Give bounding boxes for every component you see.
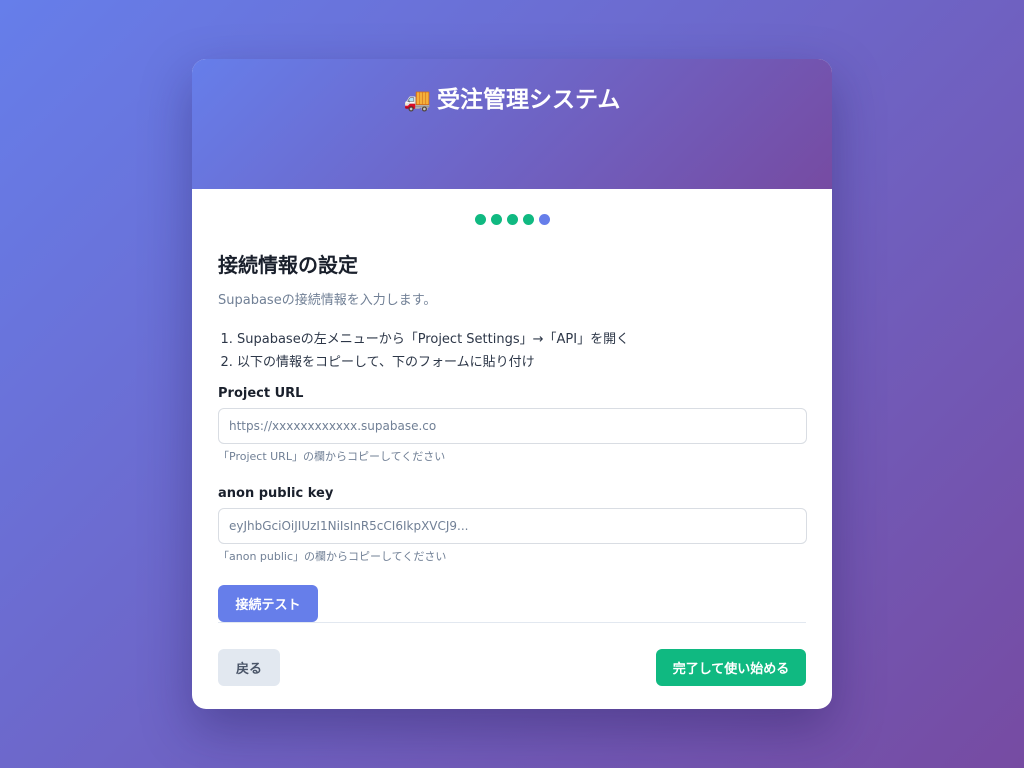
project-url-input[interactable] — [218, 408, 807, 444]
connection-test-button[interactable]: 接続テスト — [218, 585, 318, 622]
back-button[interactable]: 戻る — [218, 649, 280, 686]
instruction-item: 以下の情報をコピーして、下のフォームに貼り付け — [237, 351, 806, 374]
project-url-hint: 「Project URL」の欄からコピーしてください — [218, 450, 446, 463]
app-subtitle — [192, 122, 832, 140]
card-header: 🚚 受注管理システム — [192, 59, 832, 189]
section-title: 接続情報の設定 — [218, 253, 358, 277]
step-dot-5-current — [538, 214, 550, 225]
card-body: 接続情報の設定 Supabaseの接続情報を入力します。 Supabaseの左メ… — [192, 189, 832, 686]
anon-key-label: anon public key — [218, 486, 334, 501]
truck-icon: 🚚 — [403, 88, 432, 113]
project-url-label: Project URL — [218, 386, 304, 401]
app-title: 受注管理システム — [437, 87, 621, 113]
finish-button[interactable]: 完了して使い始める — [656, 649, 806, 686]
section-description: Supabaseの接続情報を入力します。 — [218, 293, 437, 308]
instruction-list: Supabaseの左メニューから「Project Settings」→「API」… — [218, 328, 806, 374]
step-dot-2 — [490, 214, 502, 225]
anon-key-hint: 「anon public」の欄からコピーしてください — [218, 550, 447, 563]
app-title-row: 🚚 受注管理システム — [192, 59, 832, 116]
step-dot-1 — [474, 214, 486, 225]
divider — [218, 622, 806, 623]
step-dot-3 — [506, 214, 518, 225]
instruction-item: Supabaseの左メニューから「Project Settings」→「API」… — [237, 328, 806, 351]
step-dot-4 — [522, 214, 534, 225]
wizard-footer: 戻る 完了して使い始める — [218, 649, 806, 686]
step-indicator — [218, 189, 806, 226]
setup-card: 🚚受注管理システム 接続情報の設定 Supabaseの接続情報を入力します。 S… — [192, 59, 832, 709]
anon-key-input[interactable] — [218, 508, 807, 544]
